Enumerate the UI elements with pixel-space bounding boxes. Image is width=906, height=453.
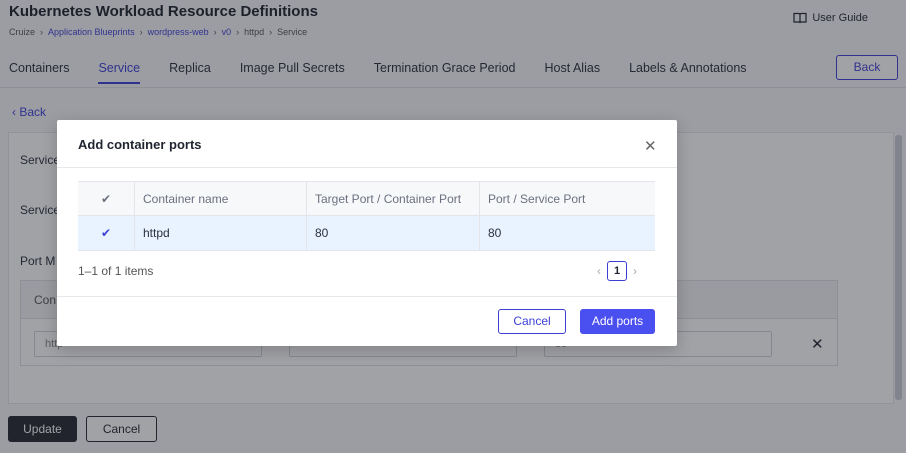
table-header-row: ✔ Container name Target Port / Container… [78, 181, 655, 216]
modal-title: Add container ports [78, 137, 202, 152]
page-number[interactable]: 1 [607, 261, 627, 281]
row-checkbox[interactable]: ✔ [78, 216, 135, 250]
close-icon[interactable]: ✕ [644, 137, 657, 155]
container-ports-table: ✔ Container name Target Port / Container… [78, 181, 655, 251]
column-header-target-port: Target Port / Container Port [307, 182, 480, 215]
table-row[interactable]: ✔ httpd 80 80 [78, 216, 655, 251]
cell-target-port: 80 [307, 216, 480, 250]
items-count: 1–1 of 1 items [78, 264, 154, 278]
divider [57, 167, 677, 168]
cell-container-name: httpd [135, 216, 307, 250]
pagination: ‹ 1 › [597, 261, 637, 281]
add-container-ports-modal: Add container ports ✕ ✔ Container name T… [57, 120, 677, 346]
divider [57, 296, 677, 297]
modal-cancel-button[interactable]: Cancel [498, 309, 566, 334]
add-ports-button[interactable]: Add ports [580, 309, 655, 334]
chevron-left-icon[interactable]: ‹ [597, 264, 601, 278]
column-header-container-name: Container name [135, 182, 307, 215]
chevron-right-icon[interactable]: › [633, 264, 637, 278]
select-all-checkbox[interactable]: ✔ [78, 182, 135, 215]
cell-service-port: 80 [488, 226, 502, 240]
column-header-service-port: Port / Service Port [488, 192, 586, 206]
